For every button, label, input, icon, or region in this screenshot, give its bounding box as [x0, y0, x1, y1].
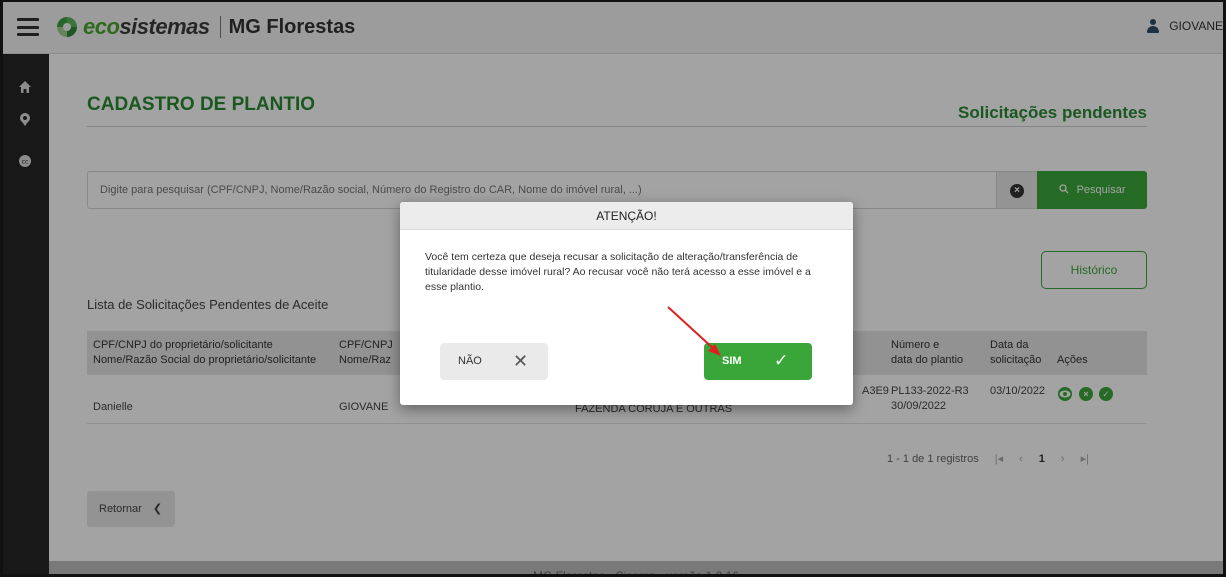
annotation-arrow — [667, 306, 721, 356]
app-window: eco sistemas MG Florestas GIOVANE cc CADA… — [0, 0, 1226, 577]
